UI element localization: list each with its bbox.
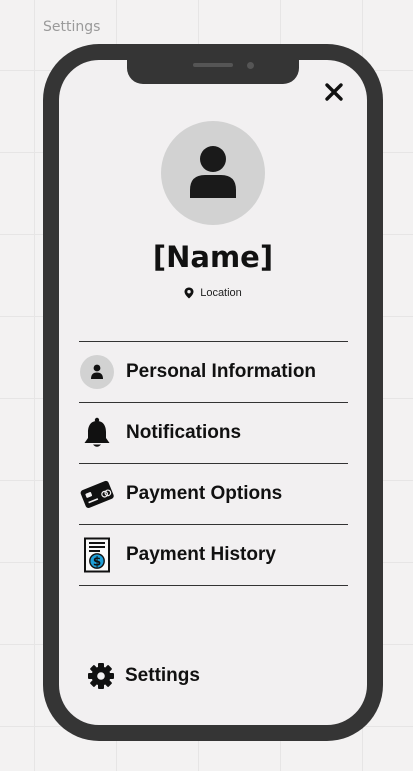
close-button[interactable] bbox=[323, 81, 345, 103]
menu-item-notifications[interactable]: Notifications bbox=[79, 403, 348, 464]
profile-location: Location bbox=[59, 287, 367, 299]
menu-item-label: Notifications bbox=[126, 422, 242, 443]
front-camera bbox=[247, 62, 254, 69]
phone-notch bbox=[127, 60, 299, 84]
phone-frame: [Name] Location Personal Information Not… bbox=[43, 44, 383, 741]
settings-label: Settings bbox=[125, 665, 200, 686]
menu-item-personal-information[interactable]: Personal Information bbox=[79, 342, 348, 403]
gear-icon bbox=[88, 663, 114, 689]
phone-screen: [Name] Location Personal Information Not… bbox=[59, 60, 367, 725]
menu-item-payment-options[interactable]: Payment Options bbox=[79, 464, 348, 525]
user-circle-icon bbox=[77, 352, 117, 392]
menu-item-label: Personal Information bbox=[126, 361, 317, 382]
settings-button[interactable]: Settings bbox=[87, 662, 200, 690]
credit-card-icon bbox=[77, 474, 117, 514]
user-icon bbox=[190, 146, 236, 198]
menu-item-label: Payment History bbox=[126, 544, 276, 565]
frame-label: Settings bbox=[43, 19, 101, 35]
svg-text:$: $ bbox=[93, 554, 101, 568]
location-pin-icon bbox=[184, 287, 194, 299]
location-label: Location bbox=[200, 287, 242, 299]
receipt-dollar-icon: $ bbox=[77, 535, 117, 575]
menu-item-payment-history[interactable]: $ Payment History bbox=[79, 525, 348, 586]
speaker-grille bbox=[193, 63, 233, 67]
close-icon bbox=[325, 83, 343, 101]
settings-menu: Personal Information Notifications Payme… bbox=[79, 341, 348, 586]
avatar[interactable] bbox=[161, 121, 265, 225]
bell-icon bbox=[77, 413, 117, 453]
menu-item-label: Payment Options bbox=[126, 483, 283, 504]
profile-name: [Name] bbox=[152, 240, 274, 274]
